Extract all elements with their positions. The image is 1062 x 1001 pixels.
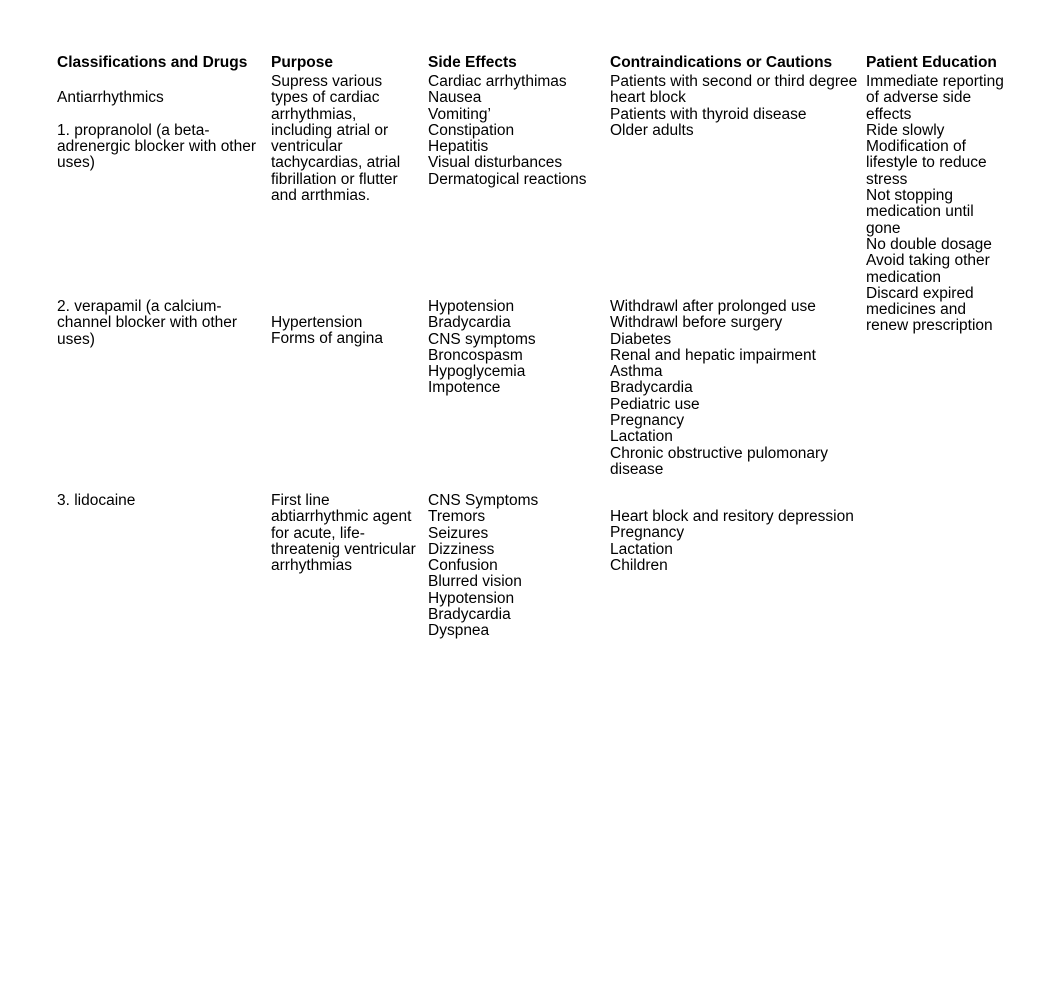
column-header-side-effects: Side Effects: [428, 54, 517, 71]
cell-side-effects-row-3: CNS Symptoms Tremors Seizures Dizziness …: [428, 492, 539, 640]
cell-side-effects-row-2: Hypotension Bradycardia CNS symptoms Bro…: [428, 298, 536, 397]
column-header-classifications-and-drugs: Classifications and Drugs: [57, 54, 248, 71]
cell-purpose-row-1: Supress various types of cardiac arrhyth…: [271, 73, 405, 205]
cell-purpose-row-2: Hypertension Forms of angina: [271, 314, 383, 348]
cell-patient-education-row-1: Immediate reporting of adverse side effe…: [866, 73, 1004, 335]
column-header-patient-education: Patient Education: [866, 54, 997, 71]
cell-classifications-row-2: 2. verapamil (a calcium-channel blocker …: [57, 298, 242, 348]
column-header-contraindications-or-cautions: Contraindications or Cautions: [610, 54, 833, 71]
cell-side-effects-row-1: Cardiac arrhythimas Nausea Vomiting’ Con…: [428, 73, 587, 188]
cell-contraindications-row-2: Withdrawl after prolonged use Withdrawl …: [610, 298, 828, 478]
cell-contraindications-row-3: Heart block and resitory depression Preg…: [610, 508, 854, 574]
document-page: Classifications and Drugs Purpose Side E…: [0, 0, 1062, 1001]
column-header-purpose: Purpose: [271, 54, 334, 71]
cell-purpose-row-3: First line abtiarrhythmic agent for acut…: [271, 492, 421, 575]
cell-classifications-row-1: Antiarrhythmics 1. propranolol (a beta-a…: [57, 89, 257, 172]
cell-classifications-row-3: 3. lidocaine: [57, 492, 136, 509]
cell-contraindications-row-1: Patients with second or third degree hea…: [610, 73, 858, 139]
